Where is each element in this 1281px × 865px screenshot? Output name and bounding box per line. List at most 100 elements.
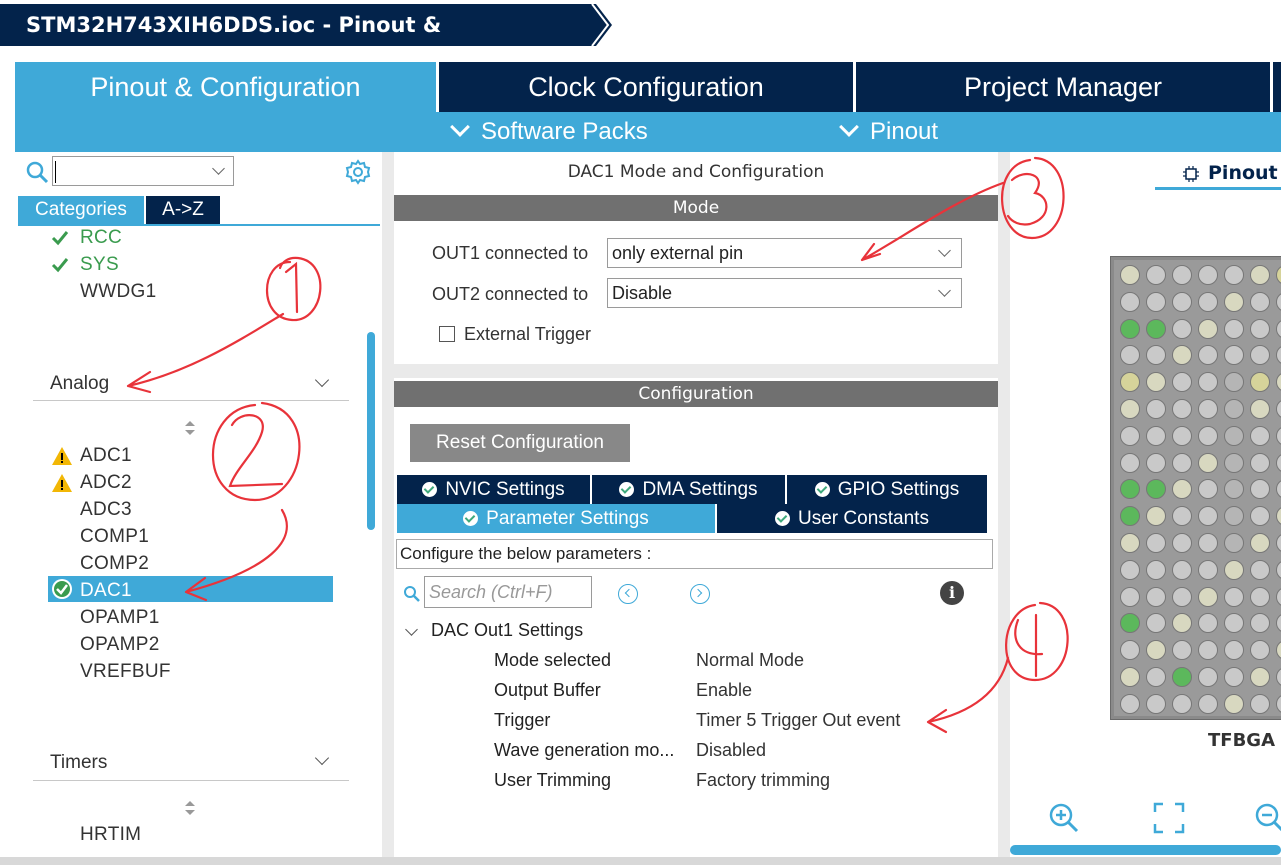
pin-ball[interactable] <box>1120 425 1140 446</box>
info-icon[interactable]: i <box>940 581 964 605</box>
pin-ball[interactable] <box>1120 452 1140 473</box>
pin-ball[interactable] <box>1120 318 1140 339</box>
pin-ball[interactable] <box>1120 693 1140 714</box>
pin-ball[interactable] <box>1250 586 1270 607</box>
pin-ball[interactable] <box>1146 318 1166 339</box>
pin-ball[interactable] <box>1250 399 1270 419</box>
pin-ball[interactable] <box>1276 533 1281 553</box>
pin-ball[interactable] <box>1250 667 1270 687</box>
tree-item-adc2[interactable]: ADC2 <box>80 470 132 496</box>
pin-ball[interactable] <box>1276 479 1281 500</box>
tab-project-manager[interactable]: Project Manager <box>856 62 1270 112</box>
tree-item-rcc[interactable]: RCC <box>80 225 122 251</box>
pin-ball[interactable] <box>1250 452 1270 473</box>
tab-pinout-configuration[interactable]: Pinout & Configuration <box>15 62 436 112</box>
param-value[interactable]: Factory trimming <box>696 770 830 791</box>
pin-ball[interactable] <box>1172 693 1192 714</box>
pin-ball[interactable] <box>1198 667 1218 687</box>
pin-ball[interactable] <box>1250 479 1270 500</box>
pin-ball[interactable] <box>1120 640 1140 661</box>
pin-ball[interactable] <box>1172 425 1192 446</box>
pin-ball[interactable] <box>1120 291 1140 312</box>
pin-ball[interactable] <box>1172 452 1192 473</box>
pin-ball[interactable] <box>1172 586 1192 607</box>
pin-ball[interactable] <box>1224 506 1244 527</box>
pin-ball[interactable] <box>1276 425 1281 446</box>
reset-configuration-button[interactable]: Reset Configuration <box>410 424 630 462</box>
pin-ball[interactable] <box>1276 399 1281 419</box>
tree-item-wwdg1[interactable]: WWDG1 <box>80 279 156 305</box>
pin-ball[interactable] <box>1198 345 1218 366</box>
tab-dma-settings[interactable]: DMA Settings <box>592 475 785 504</box>
pin-ball[interactable] <box>1224 291 1244 312</box>
pin-ball[interactable] <box>1276 613 1281 634</box>
pin-ball[interactable] <box>1146 372 1166 393</box>
pin-ball[interactable] <box>1198 586 1218 607</box>
pin-ball[interactable] <box>1276 372 1281 393</box>
pin-ball[interactable] <box>1250 693 1270 714</box>
tree-item-opamp1[interactable]: OPAMP1 <box>80 605 160 631</box>
pin-ball[interactable] <box>1250 265 1270 285</box>
pin-ball[interactable] <box>1198 613 1218 634</box>
pin-ball[interactable] <box>1146 667 1166 687</box>
pin-ball[interactable] <box>1250 372 1270 393</box>
pin-ball[interactable] <box>1120 586 1140 607</box>
pin-ball[interactable] <box>1224 265 1244 285</box>
pin-ball[interactable] <box>1224 640 1244 661</box>
group-dac-out1-settings[interactable]: DAC Out1 Settings <box>431 620 583 641</box>
pin-ball[interactable] <box>1172 345 1192 366</box>
param-value[interactable]: Timer 5 Trigger Out event <box>696 710 900 731</box>
pin-ball[interactable] <box>1172 506 1192 527</box>
group-timers[interactable]: Timers <box>50 749 107 777</box>
pin-ball[interactable] <box>1276 291 1281 312</box>
out1-select[interactable]: only external pin <box>607 238 962 268</box>
scrollbar-thumb[interactable] <box>367 332 375 530</box>
tab-gpio-settings[interactable]: GPIO Settings <box>787 475 987 504</box>
pin-ball[interactable] <box>1198 559 1218 580</box>
pin-ball[interactable] <box>1250 345 1270 366</box>
pin-ball[interactable] <box>1120 265 1140 285</box>
pin-ball[interactable] <box>1224 613 1244 634</box>
chevron-down-icon[interactable] <box>314 372 330 388</box>
tree-item-adc3[interactable]: ADC3 <box>80 497 132 523</box>
chip-package[interactable] <box>1110 256 1281 720</box>
parameter-search-input[interactable]: Search (Ctrl+F) <box>424 576 592 608</box>
tree-item-comp2[interactable]: COMP2 <box>80 551 149 577</box>
pin-ball[interactable] <box>1224 667 1244 687</box>
pin-ball[interactable] <box>1198 425 1218 446</box>
pin-ball[interactable] <box>1224 693 1244 714</box>
pin-ball[interactable] <box>1172 318 1192 339</box>
tree-item-hrtim[interactable]: HRTIM <box>80 822 141 848</box>
pin-ball[interactable] <box>1224 586 1244 607</box>
pin-ball[interactable] <box>1250 291 1270 312</box>
pin-ball[interactable] <box>1276 693 1281 714</box>
pin-ball[interactable] <box>1198 291 1218 312</box>
pin-ball[interactable] <box>1250 425 1270 446</box>
previous-icon[interactable] <box>618 584 638 604</box>
pin-ball[interactable] <box>1224 399 1244 419</box>
tab-categories[interactable]: Categories <box>18 196 144 224</box>
tab-clock-configuration[interactable]: Clock Configuration <box>439 62 853 112</box>
panel-splitter[interactable] <box>382 152 394 857</box>
pin-ball[interactable] <box>1198 640 1218 661</box>
pin-ball[interactable] <box>1276 265 1281 285</box>
param-value[interactable]: Normal Mode <box>696 650 804 671</box>
tree-item-dac1[interactable]: DAC1 <box>80 578 132 604</box>
pin-ball[interactable] <box>1198 479 1218 500</box>
pin-ball[interactable] <box>1146 693 1166 714</box>
tree-item-vrefbuf[interactable]: VREFBUF <box>80 659 171 685</box>
next-icon[interactable] <box>690 584 710 604</box>
pin-ball[interactable] <box>1146 640 1166 661</box>
pin-ball[interactable] <box>1120 613 1140 634</box>
pin-ball[interactable] <box>1276 640 1281 661</box>
pin-ball[interactable] <box>1146 399 1166 419</box>
gear-icon[interactable] <box>345 159 371 185</box>
param-value[interactable]: Disabled <box>696 740 766 761</box>
sort-icon[interactable] <box>184 799 196 817</box>
pin-ball[interactable] <box>1120 559 1140 580</box>
chevron-down-icon[interactable] <box>314 750 330 766</box>
pin-ball[interactable] <box>1146 265 1166 285</box>
pin-ball[interactable] <box>1198 399 1218 419</box>
pin-ball[interactable] <box>1120 506 1140 527</box>
pin-ball[interactable] <box>1250 533 1270 553</box>
